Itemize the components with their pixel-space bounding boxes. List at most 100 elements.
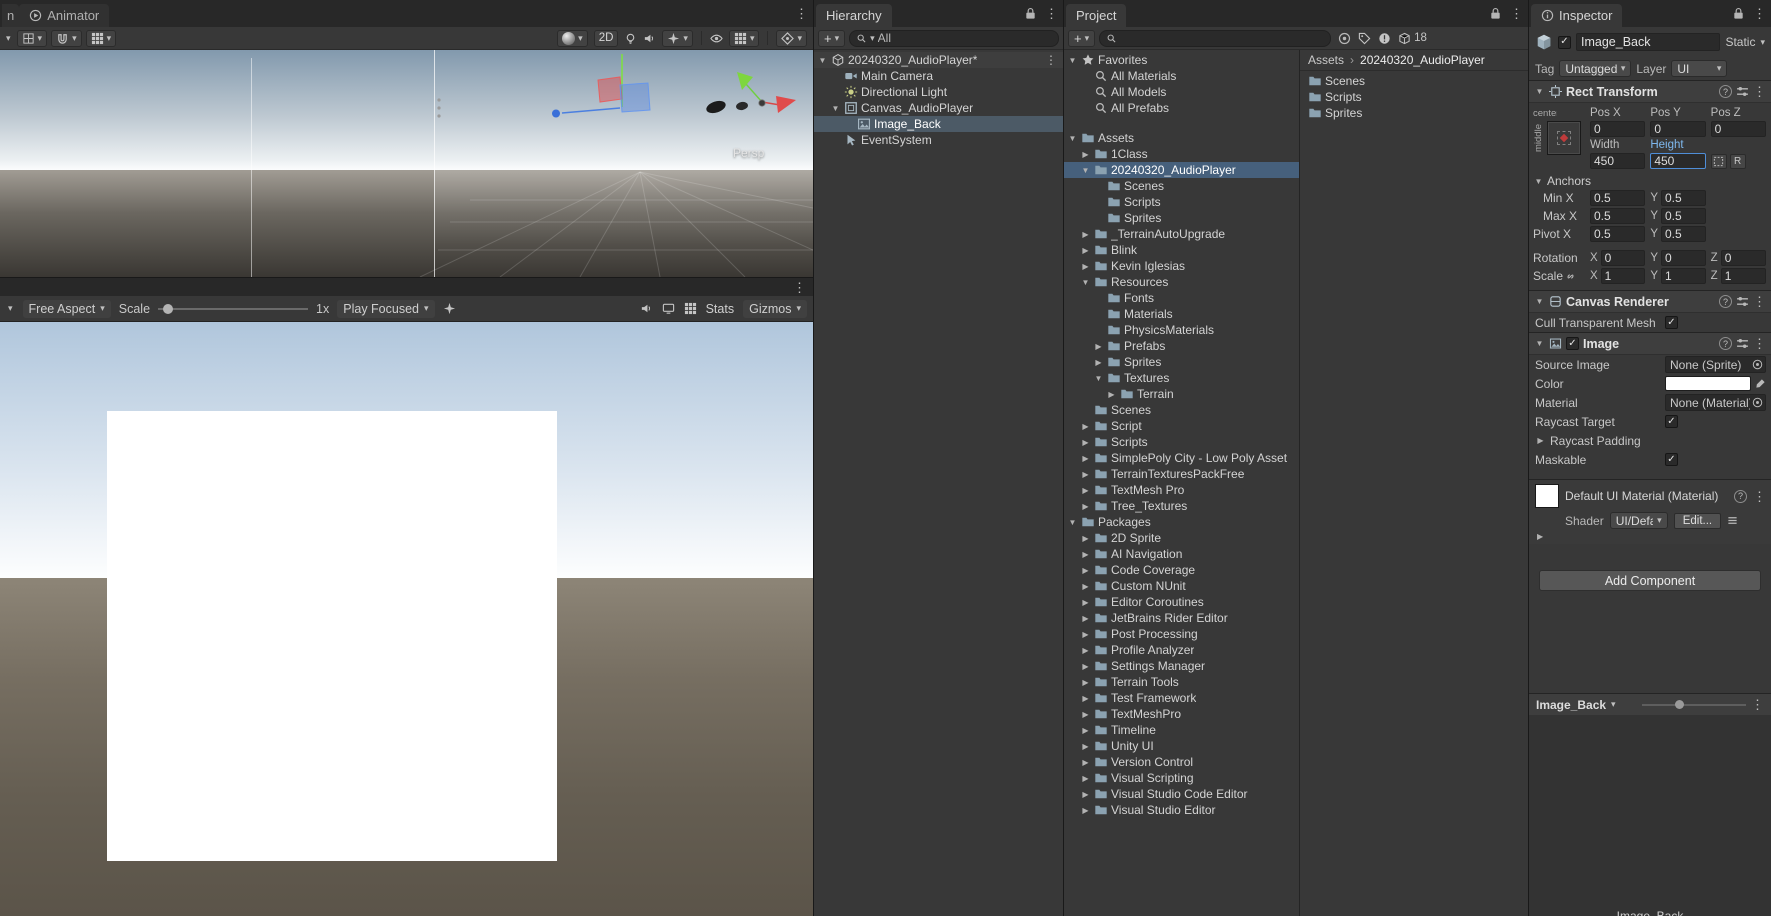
stats-grid-icon[interactable] xyxy=(684,302,697,315)
project-item-terrain[interactable]: ▶ Terrain xyxy=(1064,386,1299,402)
tab-partial[interactable]: n xyxy=(2,4,20,27)
link-scale-icon[interactable] xyxy=(1565,271,1576,282)
panel-menu-icon[interactable]: ⋮ xyxy=(795,7,808,20)
cull-transparent-checkbox[interactable]: ✓ xyxy=(1665,316,1678,329)
tab-inspector[interactable]: Inspector xyxy=(1531,4,1623,27)
foldout-arrow[interactable]: ▶ xyxy=(1080,598,1091,607)
hierarchy-item-20240320-audioplayer[interactable]: ▼ 20240320_AudioPlayer* ⋮ xyxy=(814,52,1063,68)
active-checkbox[interactable]: ✓ xyxy=(1558,35,1571,49)
blueprint-mode-button[interactable] xyxy=(1710,153,1727,169)
project-item-test-framework[interactable]: ▶ Test Framework xyxy=(1064,690,1299,706)
panel-menu-icon[interactable]: ⋮ xyxy=(1510,7,1523,20)
lock-icon[interactable] xyxy=(1732,7,1745,20)
notification-icon[interactable] xyxy=(1378,32,1391,45)
material-preview-foldout[interactable]: ▶ xyxy=(1529,532,1771,544)
foldout-arrow[interactable]: ▼ xyxy=(1067,518,1078,527)
foldout-arrow[interactable]: ▶ xyxy=(1080,710,1091,719)
panel-menu-icon[interactable]: ⋮ xyxy=(1045,7,1058,20)
project-item-1class[interactable]: ▶ 1Class xyxy=(1064,146,1299,162)
rotation-y-field[interactable] xyxy=(1661,250,1706,266)
foldout-arrow[interactable]: ▶ xyxy=(1080,582,1091,591)
post-effects-icon[interactable] xyxy=(443,302,456,315)
raw-edit-button[interactable]: R xyxy=(1729,153,1746,169)
list-icon[interactable] xyxy=(1727,515,1738,526)
tag-dropdown[interactable]: Untagged ▾ xyxy=(1559,60,1632,77)
maskable-checkbox[interactable]: ✓ xyxy=(1665,453,1678,466)
scale-slider[interactable] xyxy=(158,302,309,316)
project-item-scripts[interactable]: Scripts xyxy=(1064,194,1299,210)
presets-icon[interactable] xyxy=(1736,337,1749,350)
slider-handle[interactable] xyxy=(1675,699,1685,709)
project-item-all-prefabs[interactable]: All Prefabs xyxy=(1064,100,1299,116)
foldout-arrow[interactable]: ▶ xyxy=(1093,342,1104,351)
orientation-gizmo[interactable] xyxy=(705,72,796,115)
pivot-y-field[interactable] xyxy=(1661,226,1706,242)
project-item-profile-analyzer[interactable]: ▶ Profile Analyzer xyxy=(1064,642,1299,658)
foldout-arrow[interactable]: ▶ xyxy=(1093,358,1104,367)
hierarchy-item-image-back[interactable]: Image_Back xyxy=(814,116,1063,132)
static-dropdown-icon[interactable]: ▾ xyxy=(1760,37,1765,47)
anchor-max-x-field[interactable] xyxy=(1590,208,1646,224)
project-item-packages[interactable]: ▼ Packages xyxy=(1064,514,1299,530)
foldout-arrow[interactable]: ▶ xyxy=(1080,150,1091,159)
project-item-prefabs[interactable]: ▶ Prefabs xyxy=(1064,338,1299,354)
breadcrumb-assets[interactable]: Assets xyxy=(1308,53,1344,67)
project-item-terrain-tools[interactable]: ▶ Terrain Tools xyxy=(1064,674,1299,690)
foldout-arrow[interactable]: ▶ xyxy=(1080,614,1091,623)
help-icon[interactable]: ? xyxy=(1719,85,1732,98)
slider-handle[interactable] xyxy=(163,303,174,314)
foldout-arrow[interactable]: ▶ xyxy=(1080,262,1091,271)
grid-visibility-button[interactable]: ▾ xyxy=(728,29,760,47)
panel-menu-icon[interactable]: ⋮ xyxy=(793,281,806,294)
foldout-arrow[interactable]: ▼ xyxy=(817,56,828,65)
pos-y-field[interactable] xyxy=(1650,121,1706,137)
foldout-arrow[interactable]: ▶ xyxy=(1080,486,1091,495)
search-by-type-icon[interactable] xyxy=(1338,32,1351,45)
vsync-icon[interactable] xyxy=(662,302,675,315)
foldout-arrow[interactable]: ▼ xyxy=(1534,297,1545,306)
project-item-blink[interactable]: ▶ Blink xyxy=(1064,242,1299,258)
project-item-textures[interactable]: ▼ Textures xyxy=(1064,370,1299,386)
project-folder-sprites[interactable]: Sprites xyxy=(1300,105,1528,121)
project-item-visual-studio-editor[interactable]: ▶ Visual Studio Editor xyxy=(1064,802,1299,818)
foldout-arrow[interactable]: ▶ xyxy=(1080,790,1091,799)
foldout-arrow[interactable]: ▶ xyxy=(1106,390,1117,399)
hierarchy-search-input[interactable] xyxy=(877,31,1052,45)
foldout-arrow[interactable]: ▶ xyxy=(1080,742,1091,751)
scene-gizmos-button[interactable]: ▾ xyxy=(776,29,807,47)
foldout-arrow[interactable]: ▶ xyxy=(1080,470,1091,479)
layer-dropdown[interactable]: UI ▾ xyxy=(1671,60,1728,77)
pos-x-field[interactable] xyxy=(1590,121,1646,137)
project-item-2d-sprite[interactable]: ▶ 2D Sprite xyxy=(1064,530,1299,546)
create-asset-button[interactable]: + ▾ xyxy=(1068,29,1096,47)
raycast-target-checkbox[interactable]: ✓ xyxy=(1665,415,1678,428)
project-item-tree-textures[interactable]: ▶ Tree_Textures xyxy=(1064,498,1299,514)
project-item-visual-studio-code-editor[interactable]: ▶ Visual Studio Code Editor xyxy=(1064,786,1299,802)
canvas-renderer-header[interactable]: ▼ Canvas Renderer ? ⋮ xyxy=(1529,290,1771,313)
game-viewport[interactable] xyxy=(0,322,813,916)
raycast-padding-row[interactable]: ▶ Raycast Padding xyxy=(1529,431,1771,450)
move-gizmo[interactable] xyxy=(552,54,651,118)
foldout-arrow[interactable]: ▶ xyxy=(1080,630,1091,639)
project-item-timeline[interactable]: ▶ Timeline xyxy=(1064,722,1299,738)
project-item-20240320-audioplayer[interactable]: ▼ 20240320_AudioPlayer xyxy=(1064,162,1299,178)
project-item-textmeshpro[interactable]: ▶ TextMeshPro xyxy=(1064,706,1299,722)
tool-settings-button[interactable]: ▾ xyxy=(16,29,48,47)
project-item-materials[interactable]: Materials xyxy=(1064,306,1299,322)
foldout-arrow[interactable]: ▶ xyxy=(1080,662,1091,671)
foldout-arrow[interactable]: ▶ xyxy=(1080,502,1091,511)
project-item-terrainautoupgrade[interactable]: ▶ _TerrainAutoUpgrade xyxy=(1064,226,1299,242)
create-object-button[interactable]: + ▾ xyxy=(818,29,846,47)
foldout-arrow[interactable]: ▼ xyxy=(1067,134,1078,143)
foldout-arrow[interactable]: ▶ xyxy=(1080,726,1091,735)
project-item-assets[interactable]: ▼ Assets xyxy=(1064,130,1299,146)
project-item-script[interactable]: ▶ Script xyxy=(1064,418,1299,434)
project-item-scenes[interactable]: Scenes xyxy=(1064,178,1299,194)
project-item-favorites[interactable]: ▼ Favorites xyxy=(1064,52,1299,68)
anchor-min-x-field[interactable] xyxy=(1590,190,1646,206)
breadcrumb-current[interactable]: 20240320_AudioPlayer xyxy=(1360,53,1485,67)
help-icon[interactable]: ? xyxy=(1734,489,1747,503)
foldout-arrow[interactable]: ▶ xyxy=(1080,454,1091,463)
rotation-z-field[interactable] xyxy=(1720,250,1766,266)
snap-settings-button[interactable]: ▾ xyxy=(85,29,117,47)
